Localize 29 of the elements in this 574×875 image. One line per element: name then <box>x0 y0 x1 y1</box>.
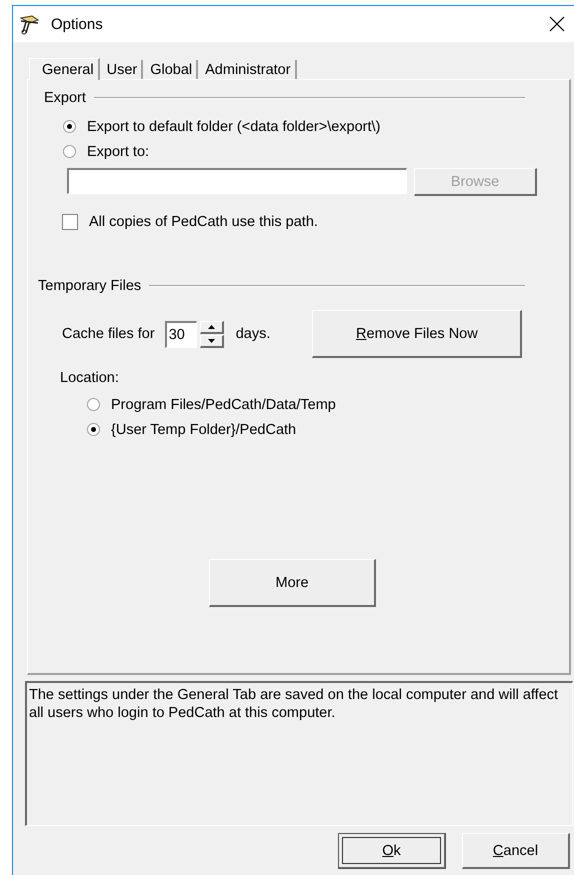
radio-label: Export to default folder (<data folder>\export\) <box>87 118 380 134</box>
down-arrow-icon <box>208 338 215 342</box>
dialog-button[interactable]: Cancel <box>462 833 570 869</box>
window-title: Options <box>51 16 104 32</box>
spin-up-button[interactable] <box>200 320 224 334</box>
more-button[interactable]: More <box>209 559 376 607</box>
up-arrow-icon <box>208 324 215 328</box>
cache-label: Cache files for <box>62 326 155 342</box>
checkbox[interactable] <box>62 214 78 230</box>
days-label: days. <box>236 326 270 342</box>
radio-button[interactable] <box>87 423 100 436</box>
remove-files-button[interactable]: Remove Files Now <box>312 310 522 358</box>
radio-button[interactable] <box>63 145 76 158</box>
days-field[interactable]: 30 <box>164 320 197 348</box>
group-title: Temporary Files <box>38 278 142 294</box>
radio-label: {User Temp Folder}/PedCath <box>111 422 296 438</box>
group-title: Export <box>44 90 86 106</box>
radio-button[interactable] <box>63 120 76 133</box>
dialog-button[interactable]: Ok <box>338 833 446 869</box>
radio-button[interactable] <box>87 398 100 411</box>
export-path-field[interactable] <box>67 168 407 194</box>
spin-down-button[interactable] <box>200 334 224 348</box>
description-text: The settings under the General Tab are saved on the local computer and will affect all users who login to PedCath at this computer. <box>25 681 573 826</box>
radio-label: Export to: <box>87 144 150 160</box>
location-label: Location: <box>59 370 120 386</box>
close-icon <box>549 16 565 32</box>
tab[interactable]: General <box>29 58 100 80</box>
checkbox-label: All copies of PedCath use this path. <box>89 214 318 230</box>
radio-label: Program Files/PedCath/Data/Temp <box>111 396 336 412</box>
